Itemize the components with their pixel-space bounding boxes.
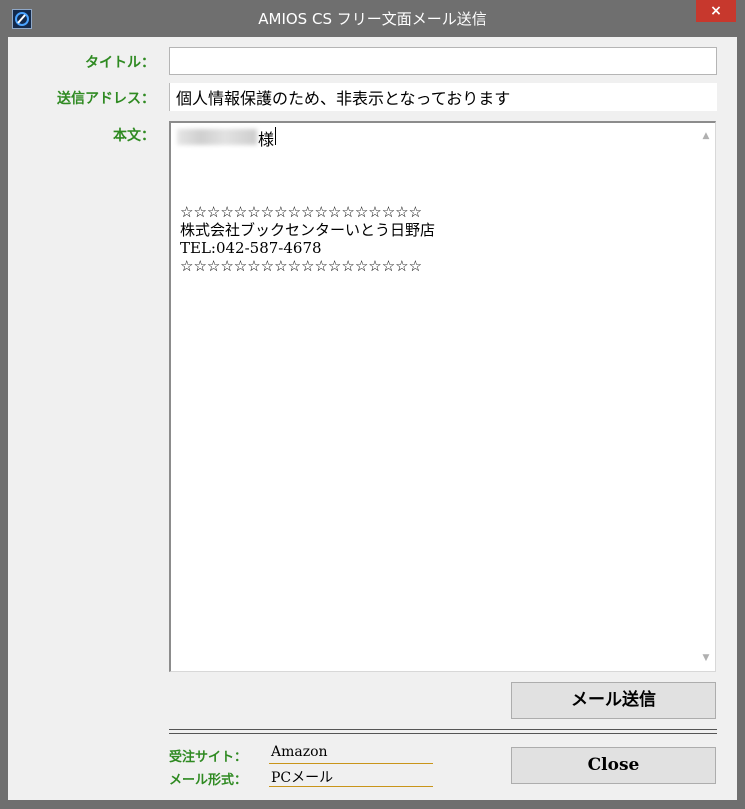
- close-icon[interactable]: ×: [696, 0, 736, 22]
- mail-type-label: メール形式：: [169, 773, 248, 788]
- body-line: TEL:042-587-4678: [180, 239, 322, 257]
- divider: [169, 729, 717, 730]
- body-line: ☆☆☆☆☆☆☆☆☆☆☆☆☆☆☆☆☆☆: [180, 257, 423, 275]
- address-label: 送信アドレス：: [57, 91, 155, 107]
- divider: [169, 733, 717, 734]
- site-label: 受注サイト：: [169, 750, 248, 765]
- salutation-suffix: 様: [258, 130, 275, 149]
- close-button[interactable]: Close: [511, 747, 716, 784]
- dialog-client-area: タイトル： 送信アドレス： 個人情報保護のため、非表示となっております 本文： …: [8, 37, 737, 800]
- mail-type-value: PCメール: [269, 767, 433, 787]
- body-line: 株式会社ブックセンターいとう日野店: [180, 221, 436, 239]
- body-textarea[interactable]: 様 ☆☆☆☆☆☆☆☆☆☆☆☆☆☆☆☆☆☆ 株式会社ブックセンターいとう日野店 T…: [169, 121, 716, 672]
- redacted-recipient-name: [177, 129, 257, 145]
- title-label: タイトル：: [85, 55, 155, 71]
- text-caret: [275, 127, 276, 145]
- title-input[interactable]: [169, 47, 717, 75]
- chevron-down-icon[interactable]: ▼: [700, 653, 712, 663]
- body-line: ☆☆☆☆☆☆☆☆☆☆☆☆☆☆☆☆☆☆: [180, 203, 423, 221]
- body-label: 本文：: [113, 128, 155, 144]
- send-mail-button[interactable]: メール送信: [511, 682, 716, 719]
- site-value: Amazon: [269, 744, 433, 764]
- window-title: AMIOS CS フリー文面メール送信: [258, 10, 487, 28]
- title-bar[interactable]: AMIOS CS フリー文面メール送信 ×: [0, 0, 745, 36]
- address-field: 個人情報保護のため、非表示となっております: [169, 83, 717, 111]
- body-text: ☆☆☆☆☆☆☆☆☆☆☆☆☆☆☆☆☆☆ 株式会社ブックセンターいとう日野店 TEL…: [180, 203, 435, 275]
- chevron-up-icon[interactable]: ▲: [700, 131, 712, 141]
- mail-dialog-window: AMIOS CS フリー文面メール送信 × タイトル： 送信アドレス： 個人情報…: [0, 0, 745, 809]
- vertical-scrollbar[interactable]: ▲ ▼: [697, 123, 715, 671]
